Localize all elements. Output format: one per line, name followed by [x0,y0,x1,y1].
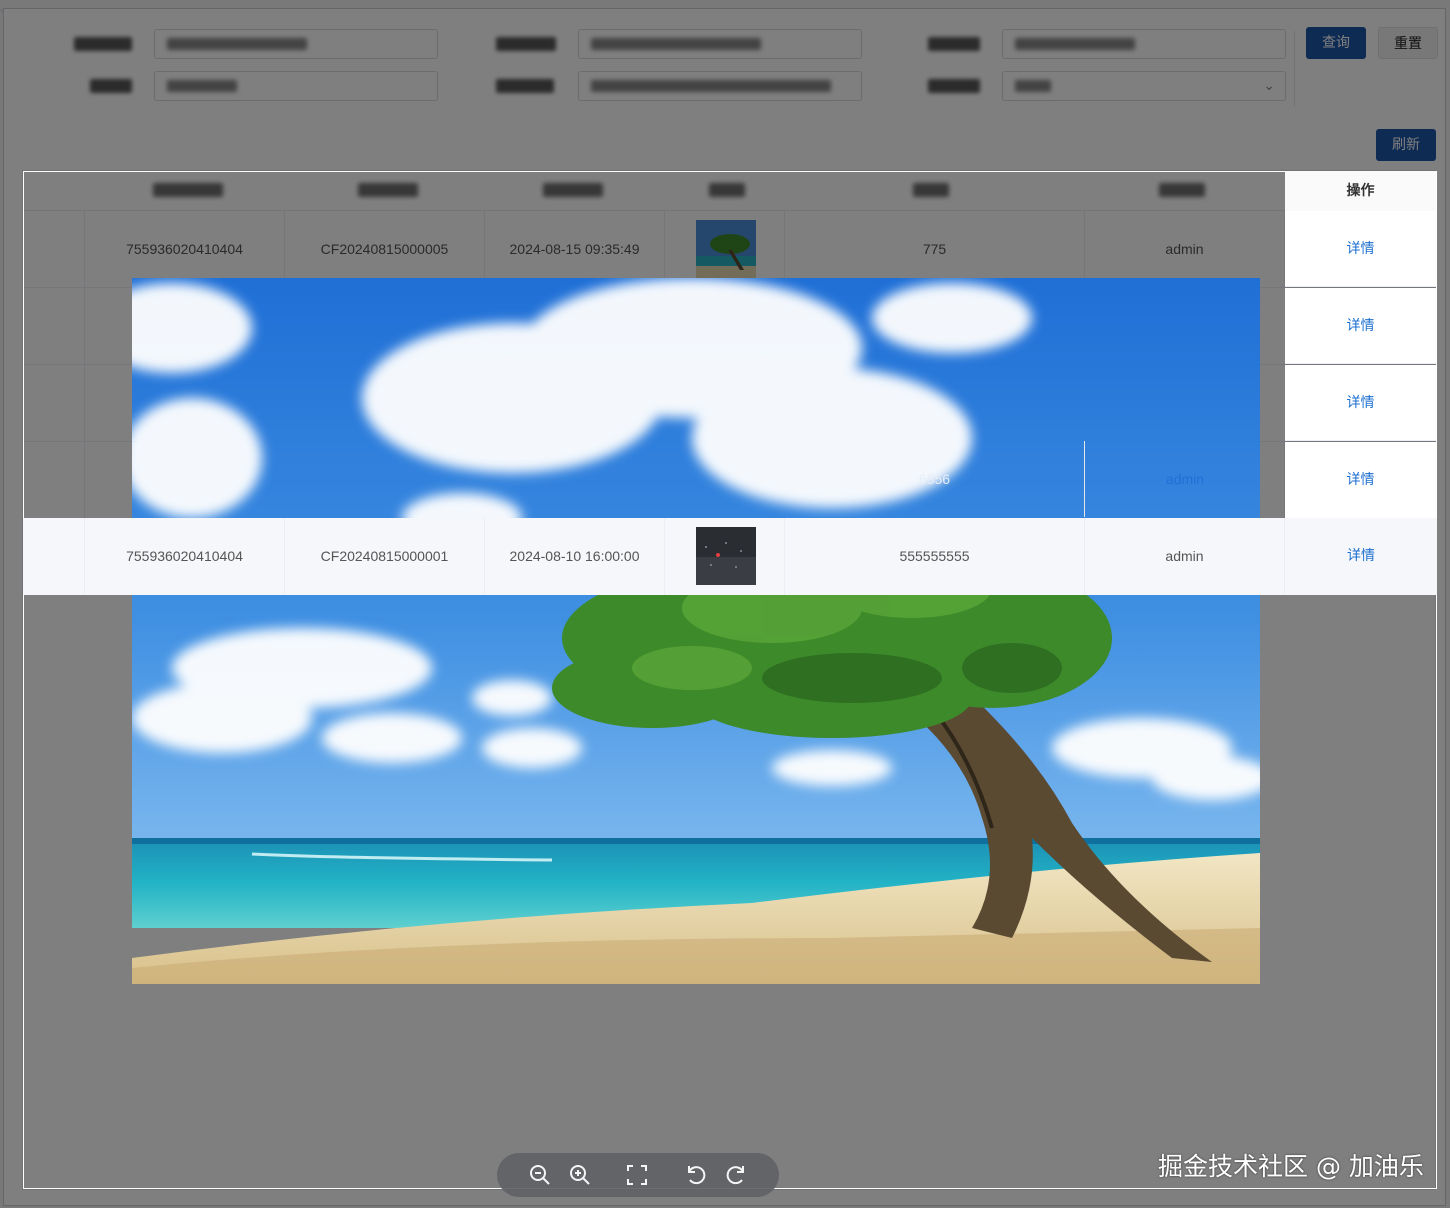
table-cell: 555555555 [785,518,1085,595]
table-cell: 755936020410404 [85,518,285,595]
table-cell: 6556 [785,441,1085,517]
viewer-toolbar [497,1153,779,1197]
zoom-out-icon[interactable] [528,1163,552,1187]
image-thumbnail[interactable] [696,527,756,585]
selection-cell[interactable] [23,518,85,595]
table-cell: 2024-08-10 16:00:00 [485,518,665,595]
table-cell: admin [1085,518,1285,595]
rotate-left-icon[interactable] [684,1163,708,1187]
detail-link[interactable]: 详情 [1285,211,1436,287]
preview-image[interactable] [132,278,1260,984]
table-cell: admin [1165,471,1205,487]
detail-link[interactable]: 详情 [1285,518,1437,595]
table-cell: CF20240815000001 [285,518,485,595]
table-row-highlighted: 755936020410404 CF20240815000001 2024-08… [23,518,1437,595]
fullscreen-icon[interactable] [625,1163,649,1187]
detail-link[interactable]: 详情 [1285,288,1436,364]
detail-link[interactable]: 详情 [1285,442,1436,518]
zoom-in-icon[interactable] [568,1163,592,1187]
rotate-right-icon[interactable] [724,1163,748,1187]
watermark: 掘金技术社区 @ 加油乐 [1158,1152,1424,1181]
detail-link[interactable]: 详情 [1285,365,1436,441]
operation-column-header: 操作 [1285,171,1436,211]
